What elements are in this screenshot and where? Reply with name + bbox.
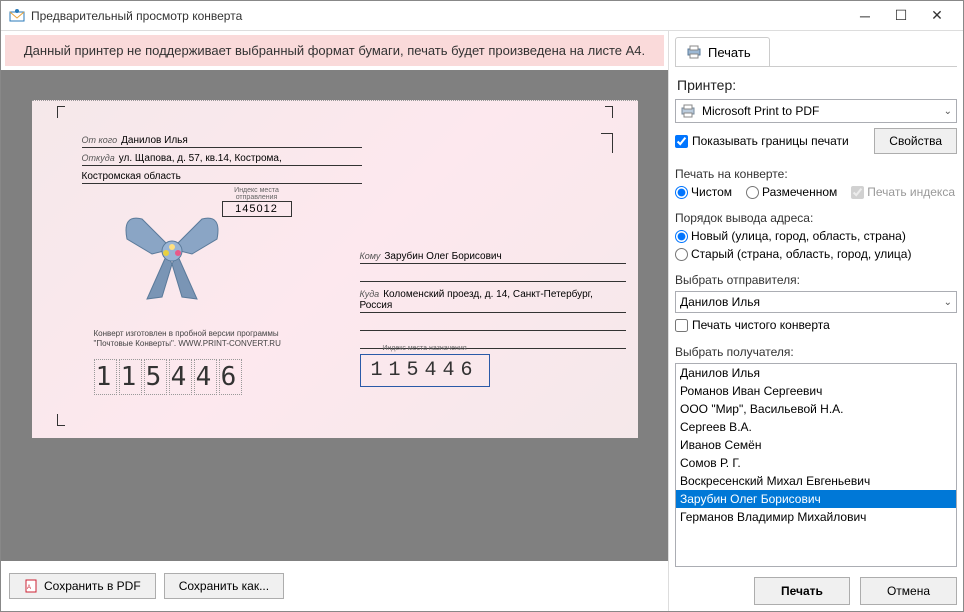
recipient-index-box: Индекс места назначения 115446 [360, 345, 490, 387]
properties-button[interactable]: Свойства [874, 128, 957, 154]
close-button[interactable]: ✕ [919, 4, 955, 28]
watermark: Конверт изготовлен в пробной версии прог… [94, 329, 281, 348]
list-item[interactable]: Сомов Р. Г. [676, 454, 956, 472]
radio-order-old[interactable]: Старый (страна, область, город, улица) [675, 247, 911, 261]
svg-text:A: A [27, 585, 31, 591]
chevron-down-icon: ⌄ [944, 297, 952, 308]
app-icon [9, 8, 25, 24]
print-on-label: Печать на конверте: [675, 167, 957, 181]
sender-select-label: Выбрать отправителя: [675, 273, 957, 287]
radio-marked[interactable]: Размеченном [746, 185, 837, 199]
bottom-bar: A Сохранить в PDF Сохранить как... [1, 561, 668, 611]
printer-dropdown[interactable]: Microsoft Print to PDF ⌄ [675, 99, 957, 123]
printer-icon [686, 44, 702, 60]
maximize-button[interactable]: ☐ [883, 4, 919, 28]
recipient-name: Зарубин Олег Борисович [384, 251, 501, 262]
warning-banner: Данный принтер не поддерживает выбранный… [5, 35, 664, 66]
list-item[interactable]: Германов Владимир Михайлович [676, 508, 956, 526]
print-button[interactable]: Печать [754, 577, 850, 605]
order-label: Порядок вывода адреса: [675, 211, 957, 225]
sender-name: Данилов Илья [121, 135, 188, 146]
save-as-button[interactable]: Сохранить как... [164, 573, 284, 599]
list-item[interactable]: Воскресенский Михал Евгеньевич [676, 472, 956, 490]
envelope-preview: От когоДанилов Илья Откудаул. Щапова, д.… [32, 100, 638, 438]
preview-area: От когоДанилов Илья Откудаул. Щапова, д.… [1, 70, 668, 561]
tab-print[interactable]: Печать [675, 37, 770, 66]
list-item[interactable]: Зарубин Олег Борисович [676, 490, 956, 508]
recipient-address: Коломенский проезд, д. 14, Санкт-Петербу… [360, 289, 593, 311]
cancel-button[interactable]: Отмена [860, 577, 957, 605]
sender-index: 145012 [222, 201, 292, 217]
radio-order-new[interactable]: Новый (улица, город, область, страна) [675, 229, 906, 243]
list-item[interactable]: Сергеев В.А. [676, 418, 956, 436]
show-borders-checkbox[interactable]: Показывать границы печати [675, 134, 849, 148]
pdf-icon: A [24, 579, 38, 593]
tab-header: Печать [675, 37, 957, 67]
sender-index-box: Индекс места отправления 145012 [222, 187, 292, 217]
print-index-checkbox[interactable]: Печать индекса [851, 185, 955, 199]
printer-label: Принтер: [677, 77, 957, 93]
sender-dropdown-value: Данилов Илья [680, 295, 938, 309]
recipient-listbox[interactable]: Данилов ИльяРоманов Иван СергеевичООО "М… [675, 363, 957, 567]
recipient-select-label: Выбрать получателя: [675, 345, 957, 359]
printer-icon [680, 103, 696, 119]
list-item[interactable]: Данилов Илья [676, 364, 956, 382]
list-item[interactable]: Иванов Семён [676, 436, 956, 454]
radio-blank[interactable]: Чистом [675, 185, 732, 199]
chevron-down-icon: ⌄ [944, 106, 952, 117]
sender-dropdown[interactable]: Данилов Илья ⌄ [675, 291, 957, 313]
minimize-button[interactable]: ─ [847, 4, 883, 28]
ocr-index: 1 1 5 4 4 6 [94, 359, 242, 395]
list-item[interactable]: ООО "Мир", Васильевой Н.А. [676, 400, 956, 418]
printer-value: Microsoft Print to PDF [702, 104, 938, 118]
recipient-index: 115446 [360, 354, 490, 387]
save-pdf-button[interactable]: A Сохранить в PDF [9, 573, 156, 599]
blank-envelope-checkbox[interactable]: Печать чистого конверта [675, 318, 830, 332]
titlebar: Предварительный просмотр конверта ─ ☐ ✕ [1, 1, 963, 31]
list-item[interactable]: Романов Иван Сергеевич [676, 382, 956, 400]
sender-address2: Костромская область [82, 171, 181, 182]
bow-image [112, 209, 232, 304]
sender-block: От когоДанилов Илья Откудаул. Щапова, д.… [82, 133, 362, 187]
sender-address: ул. Щапова, д. 57, кв.14, Кострома, [119, 153, 282, 164]
recipient-block: КомуЗарубин Олег Борисович КудаКоломенск… [360, 249, 626, 354]
window-title: Предварительный просмотр конверта [31, 9, 847, 23]
